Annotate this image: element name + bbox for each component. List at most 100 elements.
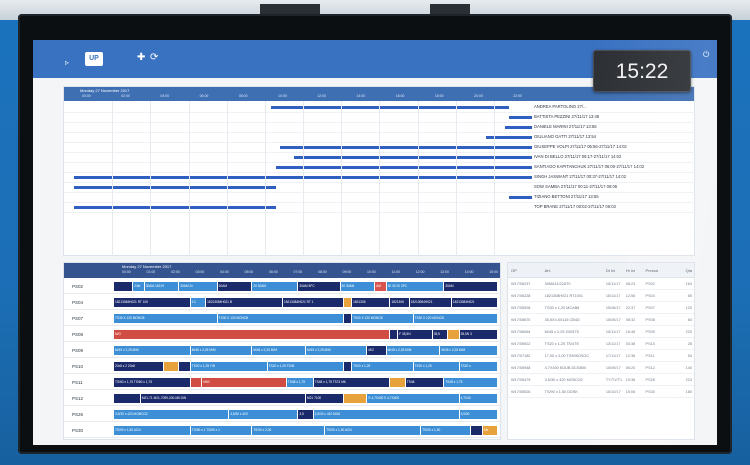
press-row[interactable]: PS07 TS30 X 120 MONO8 TS30 X 120 MONO8 TS30… xyxy=(64,312,502,326)
job-segment[interactable]: Ste xyxy=(482,426,497,435)
operator-shift-bar[interactable] xyxy=(293,156,532,159)
operator-shift-bar[interactable] xyxy=(74,186,276,189)
job-segment[interactable]: 20 30AM xyxy=(252,282,298,291)
job-segment[interactable]: 30 30AM xyxy=(340,282,375,291)
job-segment[interactable]: 30AM 5PC xyxy=(298,282,340,291)
job-segment[interactable]: M21 7100 xyxy=(306,394,344,403)
job-segment[interactable] xyxy=(344,394,367,403)
job-segment[interactable] xyxy=(344,362,352,371)
job-segment[interactable]: TS/90 x 1,50 ACN xyxy=(114,426,190,435)
job-segment[interactable]: TS20 x 1,25 xyxy=(352,362,413,371)
press-row[interactable]: PS04 18213084H021 RT 100 1C 18213084H021 B1… xyxy=(64,296,502,310)
job-segment[interactable]: 30AM 2x xyxy=(179,282,217,291)
job-segment[interactable]: M/2 xyxy=(367,346,386,355)
job-segment[interactable] xyxy=(114,394,140,403)
job-segment[interactable]: TS20 x 1,25 TS/M xyxy=(267,362,344,371)
job-segment[interactable]: M/G xyxy=(114,330,390,339)
table-row[interactable]: W17/07182 17,00 x 2,00 TS/MKDSOC 17/11/17 1… xyxy=(508,350,694,362)
job-segment[interactable]: 18213084H021 B xyxy=(206,298,282,307)
press-row[interactable]: PS09 M/45 x 2,25 M/M M/45 x 2,25 M/M M/45 x… xyxy=(64,344,502,358)
job-segment[interactable]: TS48 x 1,75 TS74 M6 xyxy=(313,378,390,387)
job-segment[interactable]: TS/90 x 1,50 ACN xyxy=(325,426,421,435)
table-row[interactable]: W17/05922 TS20 x 1,25 TS/4TE 13/11/17 03:38… xyxy=(508,338,694,350)
job-segment[interactable]: M60 xyxy=(202,378,286,387)
job-segment[interactable]: 18213084H021 RT 100 xyxy=(114,298,190,307)
table-row[interactable]: W17/05948 4,7X400 EDUB DCSB00 15/09/17 06:2… xyxy=(508,362,694,374)
job-segment[interactable]: 18213084H021 RT 1 xyxy=(282,298,344,307)
job-segment[interactable] xyxy=(390,378,405,387)
job-segment[interactable] xyxy=(390,330,398,339)
job-segment[interactable]: TS30 X 120 MONO8 xyxy=(114,314,217,323)
operator-shift-bar[interactable] xyxy=(509,116,532,119)
job-segment[interactable]: TS48 x 1,75 xyxy=(286,378,313,387)
table-row[interactable]: W17/06064 M/45 x 2,25 X0257S 15/11/17 15:46… xyxy=(508,326,694,338)
job-segment[interactable]: TS/90 x 1 TS/90 x 1 xyxy=(190,426,252,435)
job-segment[interactable]: 30AM-15219 xyxy=(144,282,179,291)
add-icon[interactable]: ✚ xyxy=(137,53,145,63)
job-segment[interactable] xyxy=(344,298,352,307)
column-header[interactable]: Dt Ini xyxy=(603,263,623,277)
job-segment[interactable]: 3,5/30 x 420 MO8/CO2 xyxy=(114,410,229,419)
table-row[interactable]: W17/05526 TS/90 x 1,50 DDSK 15/10/17 15:06 P… xyxy=(508,386,694,398)
job-segment[interactable]: 3,5/30 x 420 MO8 xyxy=(313,410,459,419)
job-segment[interactable]: TS/60 x 1,75 TS/60 x 1,75 xyxy=(114,378,190,387)
column-header[interactable]: Art. xyxy=(542,263,603,277)
job-segment[interactable]: M21-71 M21-7099-200-M6 DIN xyxy=(140,394,305,403)
column-header[interactable]: Pressa xyxy=(643,263,667,277)
refresh-icon[interactable]: ⟳ xyxy=(150,53,158,63)
job-segment[interactable]: 30AM xyxy=(444,282,497,291)
column-header[interactable]: OP xyxy=(508,263,542,277)
job-segment[interactable]: TS20 x 1,25 xyxy=(413,362,459,371)
job-segment[interactable]: M/45 x 2,25 M/M xyxy=(190,346,252,355)
press-row[interactable]: PS10 20x8 x 2 20x8 TS20 x 1,25 Y/B TS20 x 1… xyxy=(64,360,502,374)
job-segment[interactable]: TS30 X 120 MONO8 xyxy=(217,314,344,323)
press-row[interactable]: PS30 TS/90 x 1,50 ACN TS/90 x 1 TS/90 x 1T… xyxy=(64,424,502,438)
job-segment[interactable]: M/45 x 2,25 M/M xyxy=(306,346,367,355)
job-segment[interactable]: AM xyxy=(375,282,386,291)
job-segment[interactable]: 30AM xyxy=(217,282,252,291)
operator-shift-bar[interactable] xyxy=(504,126,532,129)
job-segment[interactable]: TS20 x xyxy=(459,362,497,371)
table-row[interactable]: W17/05528 TS30 x 1,20 MCAB8 15/06/17 22:37 P… xyxy=(508,302,694,314)
job-segment[interactable]: M/45 x 2,25 M/M xyxy=(114,346,190,355)
job-segment[interactable]: F 35,5N xyxy=(398,330,432,339)
job-segment[interactable]: 18213084H021 xyxy=(451,298,497,307)
job-segment[interactable]: 3,5/30 x 420 xyxy=(229,410,298,419)
job-segment[interactable]: TS20 x 1,25 Y/B xyxy=(190,362,267,371)
operator-shift-bar[interactable] xyxy=(270,106,510,109)
job-segment[interactable] xyxy=(471,426,482,435)
operator-shift-bar[interactable] xyxy=(74,206,276,209)
job-segment[interactable]: TS48 x 1,75 xyxy=(444,378,497,387)
job-segment[interactable] xyxy=(114,282,133,291)
job-segment[interactable]: 35,5N 3 xyxy=(459,330,497,339)
job-segment[interactable] xyxy=(448,330,459,339)
job-segment[interactable]: TS/90 x 2,00 xyxy=(252,426,325,435)
press-row[interactable]: PS08 M/G F 35,5N 35,5 35,5N 3 xyxy=(64,328,502,342)
job-segment[interactable]: 30 30 20 3PC xyxy=(386,282,444,291)
press-row[interactable]: PS11 TS/60 x 1,75 TS/60 x 1,75 M60 TS48 x 1… xyxy=(64,376,502,390)
job-segment[interactable]: M/45 x 2,25 M/M xyxy=(440,346,497,355)
job-segment[interactable]: TS/90 x 1,50 xyxy=(421,426,471,435)
job-segment[interactable]: 1C xyxy=(190,298,206,307)
job-segment[interactable] xyxy=(179,362,190,371)
job-segment[interactable]: 4,7X40 xyxy=(459,394,497,403)
table-row[interactable]: W17/05670 35,5X4,5X115 CB4D 15/05/17 08:32 P… xyxy=(508,314,694,326)
job-segment[interactable] xyxy=(190,378,202,387)
table-row[interactable]: W17/06237 30MA11/22AT0 15/11/17 08:23 PS02 16… xyxy=(508,278,694,290)
operator-shift-bar[interactable] xyxy=(509,196,532,199)
column-header[interactable]: Hr Ini xyxy=(623,263,643,277)
job-segment[interactable]: TS48 xyxy=(405,378,444,387)
press-row[interactable]: PS12 M21-71 M21-7099-200-M6 DIN M21 7100 E … xyxy=(64,392,502,406)
table-row[interactable]: W17/05479 3,5/30 x 420 MO5CO2 TY/TV/T1 19:3… xyxy=(508,374,694,386)
job-segment[interactable]: TS30 X 120 MONO8 xyxy=(413,314,497,323)
job-segment[interactable]: 35,5 xyxy=(432,330,448,339)
press-row[interactable]: PS26 3,5/30 x 420 MO8/CO2 3,5/30 x 420 3,5 3… xyxy=(64,408,502,422)
column-header[interactable]: Qta xyxy=(666,263,694,277)
job-segment[interactable]: 1821306 xyxy=(390,298,409,307)
menu-icon[interactable]: ▹ xyxy=(65,58,69,68)
power-icon[interactable]: ⏻ xyxy=(703,50,709,60)
job-segment[interactable] xyxy=(163,362,179,371)
job-segment[interactable]: 24kt xyxy=(133,282,144,291)
job-segment[interactable]: 20x8 x 2 20x8 xyxy=(114,362,163,371)
job-segment[interactable]: E 4,7X400 E 4,7X400 xyxy=(367,394,459,403)
